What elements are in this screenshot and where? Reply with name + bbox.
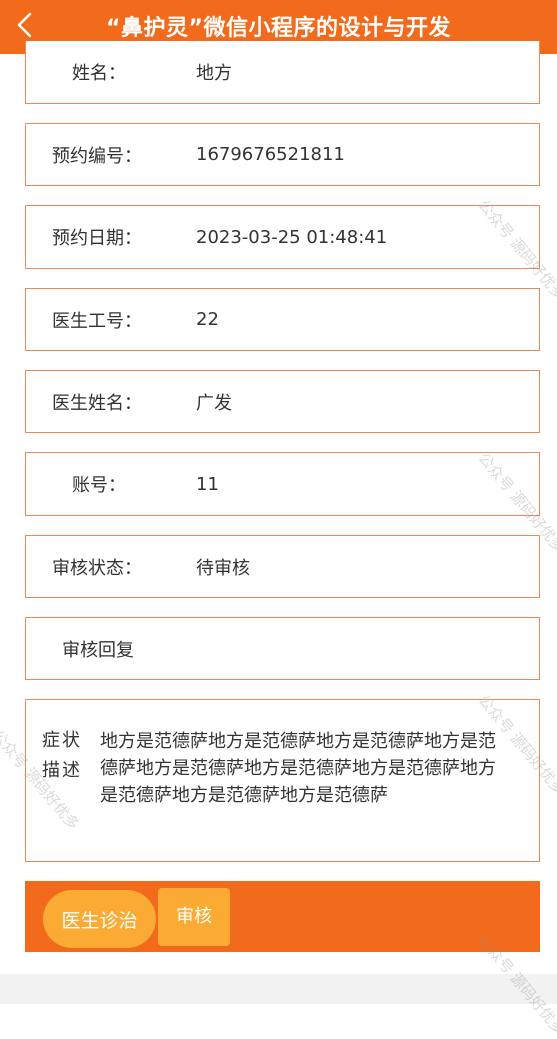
field-doctor-name-value: 广发	[196, 392, 232, 414]
field-review-reply-label: 审核回复	[62, 639, 134, 661]
field-review-reply[interactable]: 审核回复	[25, 617, 540, 680]
field-name: 姓名： 地方	[25, 41, 540, 104]
field-appointment-number-value: 1679676521811	[196, 144, 345, 165]
field-doctor-id-label: 医生工号：	[52, 310, 142, 332]
review-button[interactable]: 审核	[158, 888, 230, 946]
field-review-status-label: 审核状态：	[52, 557, 142, 579]
bottom-strip	[0, 974, 557, 1004]
doctor-diagnose-button[interactable]: 医生诊治	[43, 890, 156, 948]
page-title: “鼻护灵”微信小程序的设计与开发	[106, 16, 451, 41]
field-doctor-name: 医生姓名： 广发	[25, 370, 540, 433]
field-account-value: 11	[196, 473, 219, 495]
field-symptom-description-value: 地方是范德萨地方是范德萨地方是范德萨地方是范德萨地方是范德萨地方是范德萨地方是范…	[100, 731, 496, 806]
field-appointment-number: 预约编号： 1679676521811	[25, 123, 540, 186]
field-appointment-date-label: 预约日期：	[52, 228, 142, 249]
field-review-status-value: 待审核	[196, 557, 250, 579]
field-symptom-description: 症状描述 地方是范德萨地方是范德萨地方是范德萨地方是范德萨地方是范德萨地方是范德…	[25, 699, 540, 862]
field-review-status: 审核状态： 待审核	[25, 535, 540, 598]
field-appointment-date: 预约日期： 2023-03-25 01:48:41	[25, 205, 540, 269]
field-doctor-id-value: 22	[196, 309, 219, 330]
field-appointment-date-value: 2023-03-25 01:48:41	[196, 226, 388, 248]
field-name-value: 地方	[196, 63, 232, 84]
field-account-label: 账号：	[72, 475, 126, 496]
field-doctor-name-label: 医生姓名：	[52, 392, 142, 414]
field-symptom-description-label: 症状描述	[42, 730, 82, 781]
action-bar: 医生诊治 审核	[25, 881, 540, 952]
field-account: 账号： 11	[25, 452, 540, 516]
field-name-label: 姓名：	[72, 63, 126, 84]
field-doctor-id: 医生工号： 22	[25, 288, 540, 351]
field-appointment-number-label: 预约编号：	[52, 145, 142, 167]
